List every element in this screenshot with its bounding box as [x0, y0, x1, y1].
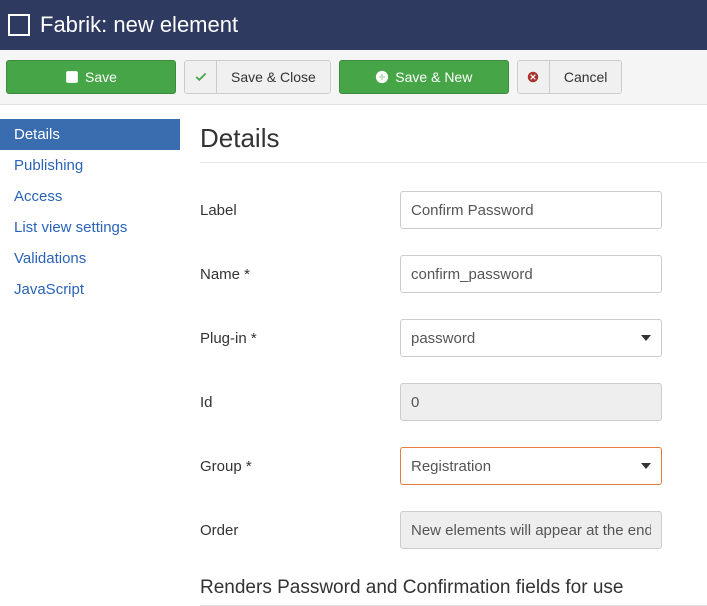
page-title: Fabrik: new element — [40, 12, 238, 38]
sidebar-item-publishing[interactable]: Publishing — [0, 150, 180, 181]
header-bar: Fabrik: new element — [0, 0, 707, 50]
save-new-label: Save & New — [395, 69, 472, 85]
cancel-label: Cancel — [549, 60, 623, 94]
sidebar-item-access[interactable]: Access — [0, 181, 180, 212]
plus-circle-icon — [375, 70, 389, 84]
id-label: Id — [200, 394, 400, 411]
sidebar-item-list-view-settings[interactable]: List view settings — [0, 212, 180, 243]
order-label: Order — [200, 522, 400, 539]
cancel-button[interactable]: Cancel — [517, 60, 623, 94]
label-input[interactable] — [400, 191, 662, 229]
name-input[interactable] — [400, 255, 662, 293]
row-group: Group * Registration — [200, 447, 707, 485]
sidebar-item-validations[interactable]: Validations — [0, 243, 180, 274]
save-label: Save — [85, 69, 117, 85]
save-close-button[interactable]: Save & Close — [184, 60, 331, 94]
main: Details Publishing Access List view sett… — [0, 105, 707, 606]
row-order: Order — [200, 511, 707, 549]
close-circle-icon — [517, 60, 549, 94]
row-label: Label — [200, 191, 707, 229]
row-id: Id — [200, 383, 707, 421]
save-new-button[interactable]: Save & New — [339, 60, 509, 94]
group-select[interactable]: Registration — [400, 447, 662, 485]
check-edit-icon — [65, 70, 79, 84]
order-input — [400, 511, 662, 549]
plugin-select[interactable]: password — [400, 319, 662, 357]
check-icon — [184, 60, 216, 94]
section-title: Details — [200, 123, 707, 163]
id-input — [400, 383, 662, 421]
row-name: Name * — [200, 255, 707, 293]
row-plugin: Plug-in * password — [200, 319, 707, 357]
sidebar-item-javascript[interactable]: JavaScript — [0, 274, 180, 305]
save-button[interactable]: Save — [6, 60, 176, 94]
sidebar: Details Publishing Access List view sett… — [0, 105, 180, 606]
toolbar: Save Save & Close Save & New Cancel — [0, 50, 707, 105]
plugin-label: Plug-in * — [200, 330, 400, 347]
name-label: Name * — [200, 266, 400, 283]
plugin-description: Renders Password and Confirmation fields… — [200, 577, 707, 606]
app-icon — [8, 14, 30, 36]
group-label: Group * — [200, 458, 400, 475]
sidebar-item-details[interactable]: Details — [0, 119, 180, 150]
label-label: Label — [200, 202, 400, 219]
content: Details Label Name * Plug-in * password … — [180, 105, 707, 606]
save-close-label: Save & Close — [216, 60, 331, 94]
